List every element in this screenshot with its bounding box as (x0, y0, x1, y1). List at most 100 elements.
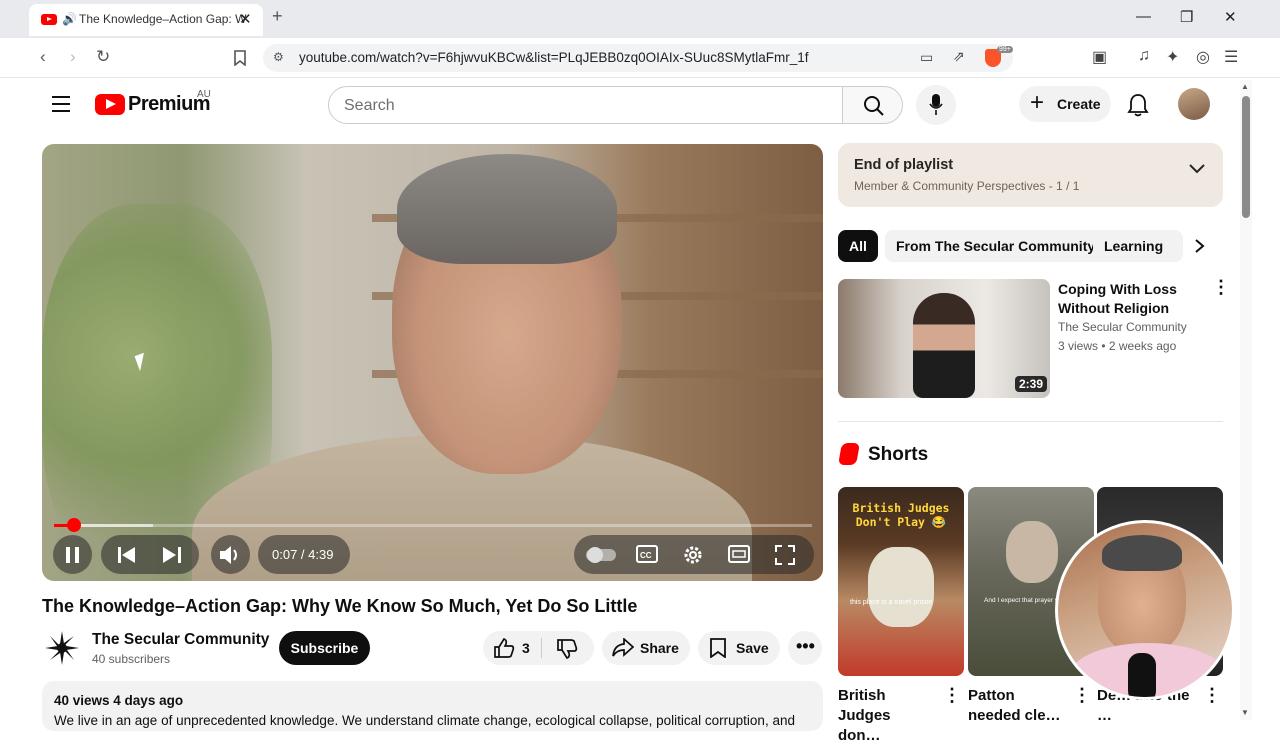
more-actions-button[interactable]: ••• (788, 631, 822, 665)
browser-tab[interactable]: 🔊 The Knowledge–Action Gap: W ✕ (29, 4, 263, 36)
leo-ai-icon[interactable]: ✦ (1166, 47, 1179, 67)
notifications-bell-icon[interactable] (1127, 93, 1149, 117)
cast-icon[interactable]: ▭ (920, 49, 933, 66)
captions-icon[interactable]: CC (636, 545, 658, 563)
chip-from-channel[interactable]: From The Secular Community (885, 230, 1107, 262)
video-duration-badge: 2:39 (1015, 376, 1048, 392)
svg-text:CC: CC (640, 551, 652, 560)
short-title[interactable]: British Judges don… (838, 686, 933, 746)
settings-gear-icon[interactable] (682, 544, 704, 566)
share-page-icon[interactable]: ⇗ (953, 48, 965, 65)
playlist-panel[interactable]: End of playlist Member & Community Persp… (838, 143, 1223, 207)
media-icon[interactable]: ♫ (1138, 47, 1150, 65)
presenter-hair (1102, 535, 1182, 571)
recommended-video-channel[interactable]: The Secular Community (1058, 320, 1187, 334)
volume-button[interactable] (211, 535, 250, 574)
more-vertical-icon[interactable]: ⋮ (943, 686, 961, 704)
chip-learning[interactable]: Learning (1093, 230, 1183, 262)
recommended-video-title[interactable]: Coping With Loss Without Religion (1058, 280, 1208, 318)
share-icon (612, 638, 634, 657)
scroll-down-icon[interactable]: ▼ (1241, 708, 1249, 717)
more-horizontal-icon: ••• (796, 636, 815, 656)
create-button[interactable]: + Create (1019, 86, 1111, 122)
theater-mode-icon[interactable] (728, 545, 750, 563)
save-label: Save (736, 640, 769, 656)
section-divider (838, 421, 1223, 422)
browser-nav-bar: ‹ › ↻ ⚙ youtube.com/watch?v=F6hjwvuKBCw&… (0, 38, 1280, 78)
scrubber-handle[interactable] (67, 518, 81, 532)
plus-icon: + (1030, 89, 1045, 116)
playlist-status: End of playlist (854, 157, 954, 173)
speaker-icon[interactable]: 🔊 (62, 12, 77, 26)
more-vertical-icon[interactable]: ⋮ (1212, 278, 1230, 296)
progress-bar[interactable] (54, 524, 812, 527)
patton-face (1006, 521, 1058, 583)
fullscreen-icon[interactable] (774, 544, 796, 566)
dislike-icon[interactable] (556, 639, 578, 659)
previous-icon[interactable] (118, 547, 136, 563)
next-icon[interactable] (163, 547, 181, 563)
subscribe-button[interactable]: Subscribe (279, 631, 370, 665)
search-placeholder: Search (344, 97, 395, 114)
browser-tab-bar: 🔊 The Knowledge–Action Gap: W ✕ + — ❐ ✕ (0, 0, 1280, 38)
forward-icon[interactable]: › (70, 47, 76, 67)
autoplay-toggle-icon[interactable] (586, 547, 616, 563)
chevron-right-icon[interactable] (1194, 238, 1206, 254)
minimize-icon[interactable]: — (1136, 8, 1151, 25)
search-icon (864, 96, 884, 116)
video-player[interactable] (42, 144, 823, 581)
new-tab-icon[interactable]: + (272, 6, 283, 27)
save-bookmark-icon (710, 638, 726, 658)
right-controls-pill: CC (574, 535, 814, 574)
vpn-icon[interactable]: ◎ (1196, 47, 1210, 67)
video-title: The Knowledge–Action Gap: Why We Know So… (42, 596, 638, 616)
site-settings-icon[interactable]: ⚙ (273, 50, 284, 64)
recommended-video-stats: 3 views • 2 weeks ago (1058, 339, 1177, 353)
short-caption: this place is a travel prison (850, 599, 933, 606)
youtube-logo-icon[interactable] (95, 94, 125, 115)
account-avatar[interactable] (1178, 88, 1210, 120)
channel-name[interactable]: The Secular Community (92, 631, 269, 649)
speaker-hair (397, 154, 617, 264)
close-tab-icon[interactable]: ✕ (239, 10, 252, 28)
microphone (1128, 653, 1156, 697)
judge-wig (868, 547, 934, 627)
address-bar[interactable]: ⚙ youtube.com/watch?v=F6hjwvuKBCw&list=P… (263, 44, 1013, 72)
channel-logo-icon[interactable] (44, 630, 80, 666)
bookmark-icon[interactable] (234, 50, 246, 66)
play-pause-button[interactable] (53, 535, 92, 574)
short-title[interactable]: Patton needed cle… (968, 686, 1063, 726)
chevron-down-icon[interactable] (1188, 163, 1206, 175)
search-input[interactable]: Search (328, 86, 843, 124)
back-icon[interactable]: ‹ (40, 47, 46, 67)
browser-menu-icon[interactable]: ☰ (1224, 47, 1238, 67)
view-count-date: 40 views 4 days ago (54, 693, 184, 708)
playlist-nav-controls (101, 535, 199, 574)
tab-title: The Knowledge–Action Gap: W (79, 12, 247, 26)
like-icon[interactable] (493, 638, 515, 658)
like-dislike-group: 3 (483, 631, 594, 665)
guide-menu-icon[interactable] (52, 96, 70, 112)
webcam-overlay (1055, 520, 1235, 700)
description-text: We live in an age of unprecedented knowl… (54, 713, 795, 728)
save-button[interactable]: Save (698, 631, 780, 665)
time-display: 0:07 / 4:39 (272, 547, 334, 562)
short-overlay-text: British Judges Don't Play 😂 (852, 501, 950, 529)
reader-mode-icon[interactable]: ▣ (1092, 47, 1107, 67)
description-box[interactable]: 40 views 4 days ago We live in an age of… (42, 681, 823, 731)
restore-icon[interactable]: ❐ (1180, 8, 1193, 26)
scrollbar-thumb[interactable] (1242, 96, 1250, 218)
pause-icon (66, 547, 79, 563)
thumbnail-person (913, 293, 975, 398)
search-button[interactable] (842, 86, 903, 124)
share-button[interactable]: Share (602, 631, 690, 665)
scroll-up-icon[interactable]: ▲ (1241, 82, 1249, 91)
voice-search-button[interactable] (916, 85, 956, 125)
create-label: Create (1057, 96, 1101, 112)
chip-all[interactable]: All (838, 230, 878, 262)
share-label: Share (640, 640, 679, 656)
reload-icon[interactable]: ↻ (96, 47, 110, 67)
short-thumbnail[interactable]: British Judges Don't Play 😂 this place i… (838, 487, 964, 676)
url-text: youtube.com/watch?v=F6hjwvuKBCw&list=PLq… (299, 50, 809, 65)
close-window-icon[interactable]: ✕ (1224, 8, 1237, 26)
